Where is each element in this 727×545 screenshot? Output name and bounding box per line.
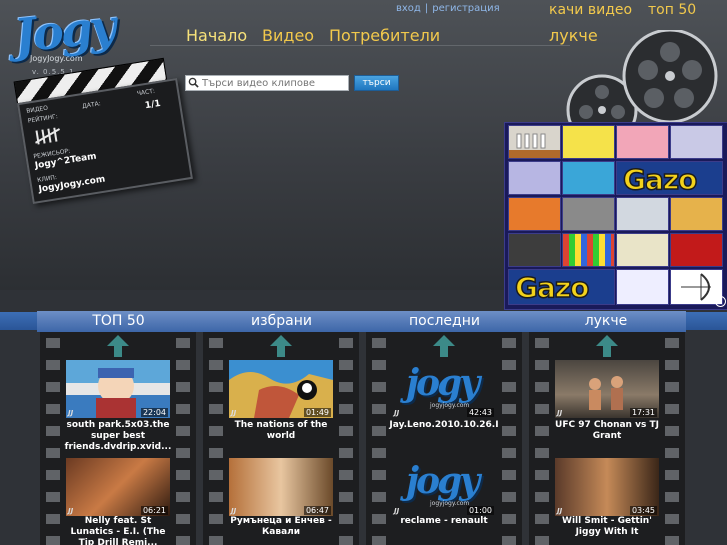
video-duration: 17:31 (629, 408, 657, 417)
ad-game-bowling[interactable] (508, 125, 561, 159)
ad-brand-text: Gazo (622, 162, 698, 197)
film-perforation (209, 332, 223, 545)
jogy-wordmark: jogy (406, 362, 480, 404)
film-perforation (176, 332, 190, 545)
film-perforation (372, 332, 386, 545)
ad-game-dive[interactable] (562, 161, 615, 195)
film-reels-icon (566, 30, 718, 130)
ad-game-chess[interactable] (670, 125, 723, 159)
ad-game-sponge[interactable] (562, 125, 615, 159)
search-button[interactable]: търси (354, 75, 399, 91)
jogy-domain: jogyjogy.com (430, 402, 470, 409)
login-link[interactable]: вход (396, 3, 421, 14)
ad-game-plane[interactable] (616, 197, 669, 231)
upload-video-link[interactable]: качи видео (549, 2, 632, 18)
thumbnail-logo: JJ (231, 409, 237, 417)
jogy-domain: jogyjogy.com (430, 500, 470, 507)
arrow-up-icon[interactable] (432, 334, 456, 358)
video-column-funny: JJ 17:31 UFC 97 Chonan vs TJ Grant JJ 03… (529, 332, 685, 545)
video-duration: 06:47 (303, 506, 331, 515)
header: Jogy JogyJogy.com v. 0.5.5.1 ВИДЕО РЕЙТИ… (0, 0, 727, 310)
ad-game-girls[interactable] (616, 125, 669, 159)
video-thumbnail[interactable]: jogy jogyjogy.com JJ 01:00 (392, 458, 496, 516)
search-input[interactable] (185, 75, 349, 91)
thumbnail-logo: JJ (68, 409, 74, 417)
thumbnail-logo: JJ (394, 409, 400, 417)
clapper-part-label: ЧАСТ: (136, 87, 156, 98)
jogy-wordmark: jogy (406, 460, 480, 502)
ad-game-character[interactable] (616, 233, 669, 267)
ad-game-dino[interactable] (670, 197, 723, 231)
ad-game-bubbles[interactable] (562, 233, 615, 267)
video-column-latest: jogy jogyjogy.com JJ 42:43 Jay.Leno.2010… (366, 332, 522, 545)
search-icon (188, 77, 199, 88)
video-title[interactable]: south park.5x03.the super best friends.d… (62, 420, 174, 453)
video-column-featured: JJ 01:49 The nations of the world JJ 06:… (203, 332, 359, 545)
video-title[interactable]: UFC 97 Chonan vs TJ Grant (551, 420, 663, 444)
video-thumbnail[interactable]: JJ 06:21 (66, 458, 170, 516)
ad-gazo-logo-1[interactable]: Gazo (616, 161, 723, 197)
video-title[interactable]: Румънеца и Енчев - Кавали (225, 516, 337, 540)
column-header-funny[interactable]: лукче (526, 311, 686, 332)
video-title[interactable]: Nelly feat. St Lunatics - E.I. (The Tip … (62, 516, 174, 545)
nav-home[interactable]: Начало (186, 26, 247, 45)
film-perforation (535, 332, 549, 545)
column-header-top50[interactable]: ТОП 50 (37, 311, 200, 332)
ad-banner[interactable]: Gazo Gazo i (504, 122, 727, 310)
video-duration: 01:00 (466, 506, 494, 515)
video-duration: 03:45 (629, 506, 657, 515)
video-title[interactable]: Will Smit - Gettin' Jiggy With It (551, 516, 663, 540)
register-link[interactable]: регистрация (432, 3, 499, 14)
rating-tally-icon (34, 127, 61, 145)
video-duration: 01:49 (303, 408, 331, 417)
nav-divider (150, 45, 570, 46)
clapper-video-label: ВИДЕО (25, 104, 49, 115)
nav-users[interactable]: Потребители (329, 26, 440, 45)
film-perforation (339, 332, 353, 545)
arrow-up-icon[interactable] (106, 334, 130, 358)
video-duration: 42:43 (466, 408, 494, 417)
column-header-featured[interactable]: избрани (200, 311, 363, 332)
film-perforation (665, 332, 679, 545)
video-duration: 06:21 (140, 506, 168, 515)
ad-brand-text: Gazo (514, 270, 590, 305)
ad-game-fruit[interactable] (508, 233, 561, 267)
thumbnail-logo: JJ (394, 507, 400, 515)
video-thumbnail[interactable]: JJ 01:49 (229, 360, 333, 418)
ad-game-cannon[interactable] (508, 161, 561, 195)
column-header-latest[interactable]: последни (363, 311, 526, 332)
video-thumbnail[interactable]: jogy jogyjogy.com JJ 42:43 (392, 360, 496, 418)
video-title[interactable]: reclame - renault (388, 516, 500, 529)
ad-game-solitaire[interactable] (616, 269, 669, 305)
video-title[interactable]: The nations of the world (225, 420, 337, 444)
arrow-up-icon[interactable] (269, 334, 293, 358)
ad-gazo-logo-2[interactable]: Gazo (508, 269, 615, 305)
clapper-date-label: ДАТА: (81, 100, 102, 111)
auth-links: вход | регистрация (396, 3, 500, 14)
video-thumbnail[interactable]: JJ 03:45 (555, 458, 659, 516)
video-thumbnail[interactable]: JJ 17:31 (555, 360, 659, 418)
clapper-rating-label: РЕЙТИНГ: (27, 113, 59, 125)
thumbnail-logo: JJ (557, 409, 563, 417)
thumbnail-logo: JJ (231, 507, 237, 515)
arrow-up-icon[interactable] (595, 334, 619, 358)
clapperboard-graphic: ВИДЕО РЕЙТИНГ: ДАТА: ЧАСТ: 1/1 РЕЖИСЬОР:… (10, 44, 205, 208)
thumbnail-logo: JJ (68, 507, 74, 515)
thumbnail-logo: JJ (557, 507, 563, 515)
top50-link[interactable]: топ 50 (648, 2, 696, 18)
ad-game-anime[interactable] (670, 233, 723, 267)
ad-game-cartoon[interactable] (508, 197, 561, 231)
ad-info-icon[interactable]: i (715, 296, 726, 307)
video-thumbnail[interactable]: JJ 22:04 (66, 360, 170, 418)
film-perforation (46, 332, 60, 545)
nav-video[interactable]: Видео (262, 26, 314, 45)
video-column-top50: JJ 22:04 south park.5x03.the super best … (40, 332, 196, 545)
video-thumbnail[interactable]: JJ 06:47 (229, 458, 333, 516)
film-perforation (502, 332, 516, 545)
auth-separator: | (424, 3, 429, 14)
clapper-part-value: 1/1 (144, 98, 162, 112)
video-title[interactable]: Jay.Leno.2010.10.26.I (388, 420, 500, 433)
ad-game-car[interactable] (562, 197, 615, 231)
video-duration: 22:04 (140, 408, 168, 417)
